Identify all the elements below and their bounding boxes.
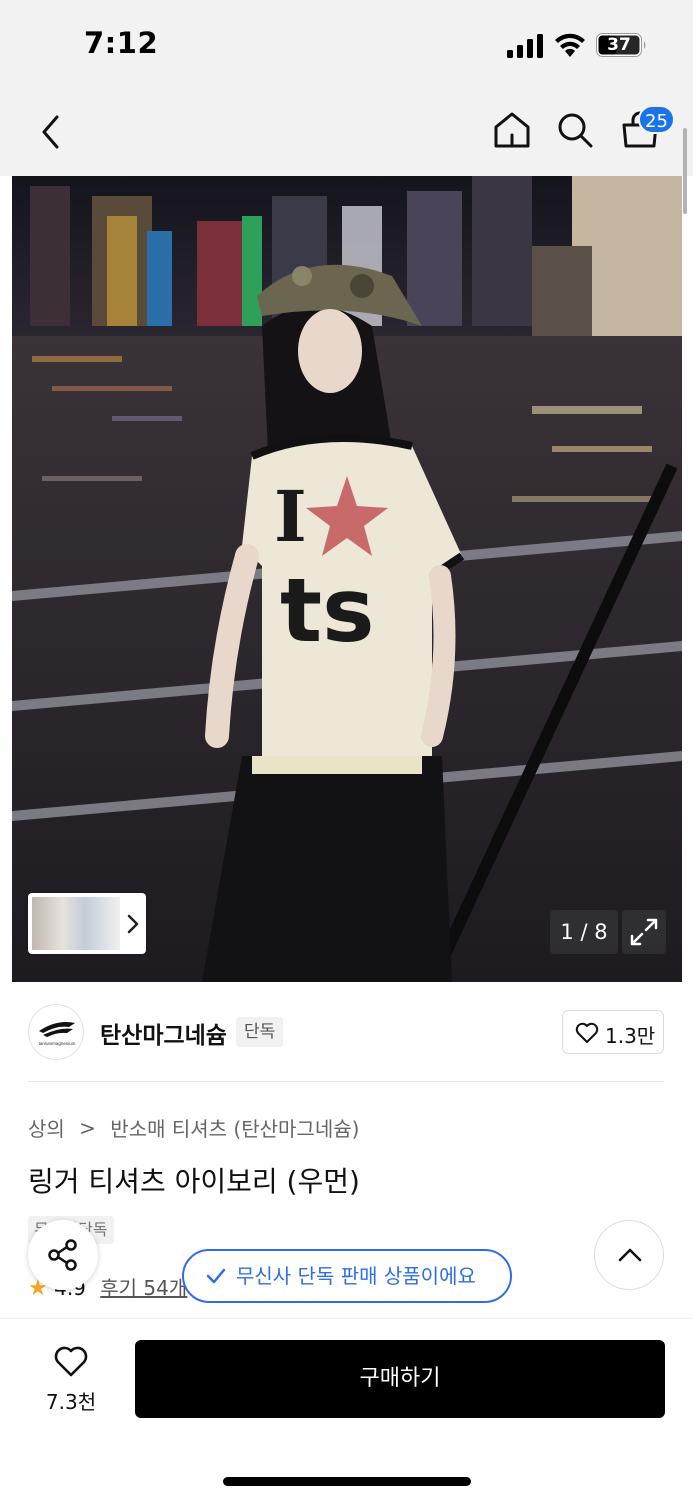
brand-like-button[interactable]: 1.3만 <box>562 1010 664 1054</box>
breadcrumb: 상의 > 반소매 티셔츠 (탄산마그네슘) <box>28 1113 359 1142</box>
thumbnail-strip[interactable] <box>28 893 146 954</box>
home-icon[interactable] <box>493 111 531 149</box>
breadcrumb-item-category[interactable]: 상의 <box>28 1117 65 1141</box>
image-counter: 1 / 8 <box>550 910 618 954</box>
heart-icon <box>575 1022 599 1043</box>
product-image[interactable]: I ts <box>12 176 682 982</box>
back-icon[interactable] <box>36 112 66 152</box>
thumbnail-image[interactable] <box>32 897 120 950</box>
brand-logo-text: tansanmagnesium <box>39 1041 76 1046</box>
top-nav <box>0 92 693 176</box>
chevron-right-icon: > <box>79 1115 96 1140</box>
chevron-right-icon[interactable] <box>124 909 142 939</box>
search-icon[interactable] <box>556 111 594 149</box>
scrollbar[interactable] <box>683 128 687 214</box>
wishlist-button[interactable]: 7.3천 <box>36 1344 106 1416</box>
divider <box>28 1081 664 1082</box>
review-link[interactable]: 후기 54개 <box>100 1276 187 1300</box>
exclusive-toast[interactable]: 무신사 단독 판매 상품이에요 <box>182 1249 512 1303</box>
home-indicator[interactable] <box>223 1477 471 1486</box>
share-icon <box>48 1239 77 1271</box>
signal-icon <box>507 34 543 58</box>
brand-like-count: 1.3만 <box>605 1024 656 1048</box>
brand-name[interactable]: 탄산마그네슘 <box>100 1016 227 1050</box>
breadcrumb-item-subcategory[interactable]: 반소매 티셔츠 (탄산마그네슘) <box>110 1117 359 1141</box>
product-title: 링거 티셔츠 아이보리 (우먼) <box>28 1165 360 1198</box>
wishlist-count: 7.3천 <box>45 1390 97 1414</box>
exclusive-badge: 단독 <box>236 1017 284 1047</box>
wifi-icon <box>555 33 585 57</box>
scroll-top-button[interactable] <box>594 1220 664 1290</box>
chevron-up-icon <box>618 1248 642 1262</box>
check-icon <box>206 1268 226 1284</box>
share-button[interactable] <box>28 1220 98 1290</box>
toast-text: 무신사 단독 판매 상품이에요 <box>236 1264 476 1288</box>
cart-count-badge[interactable]: 25 <box>638 105 675 134</box>
heart-icon <box>54 1346 88 1377</box>
buy-button[interactable]: 구매하기 <box>135 1340 665 1418</box>
svg-text:ts: ts <box>280 559 374 662</box>
svg-text:I: I <box>274 475 307 558</box>
brand-logo[interactable]: tansanmagnesium <box>28 1004 84 1060</box>
status-bar: 7:12 37 <box>0 0 693 92</box>
status-time: 7:12 <box>84 26 159 60</box>
expand-icon <box>630 918 658 946</box>
battery-level: 37 <box>607 35 631 55</box>
expand-button[interactable] <box>622 910 666 954</box>
